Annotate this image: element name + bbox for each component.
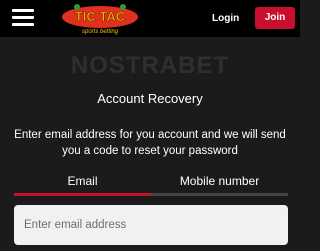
tab-mobile-underline xyxy=(151,193,288,196)
recovery-description: Enter email address for you account and … xyxy=(14,129,286,157)
top-header: TIC TAC sports betting Login Join xyxy=(0,0,300,37)
svg-text:TIC TAC: TIC TAC xyxy=(75,9,126,24)
join-button[interactable]: Join xyxy=(255,7,295,29)
tab-mobile-number[interactable]: Mobile number xyxy=(151,174,288,196)
recovery-tabs: Email Mobile number xyxy=(14,174,288,196)
email-field[interactable] xyxy=(14,205,288,245)
svg-text:sports betting: sports betting xyxy=(82,29,119,35)
tab-mobile-label: Mobile number xyxy=(179,174,260,188)
login-button[interactable]: Login xyxy=(212,0,239,37)
tab-email-label: Email xyxy=(67,174,98,188)
menu-icon[interactable] xyxy=(12,9,34,27)
tab-email[interactable]: Email xyxy=(14,174,151,196)
tictac-logo[interactable]: TIC TAC sports betting xyxy=(55,2,145,35)
tab-email-underline xyxy=(14,193,151,196)
page-title: Account Recovery xyxy=(97,91,203,106)
watermark: NOSTRABET xyxy=(70,52,230,79)
